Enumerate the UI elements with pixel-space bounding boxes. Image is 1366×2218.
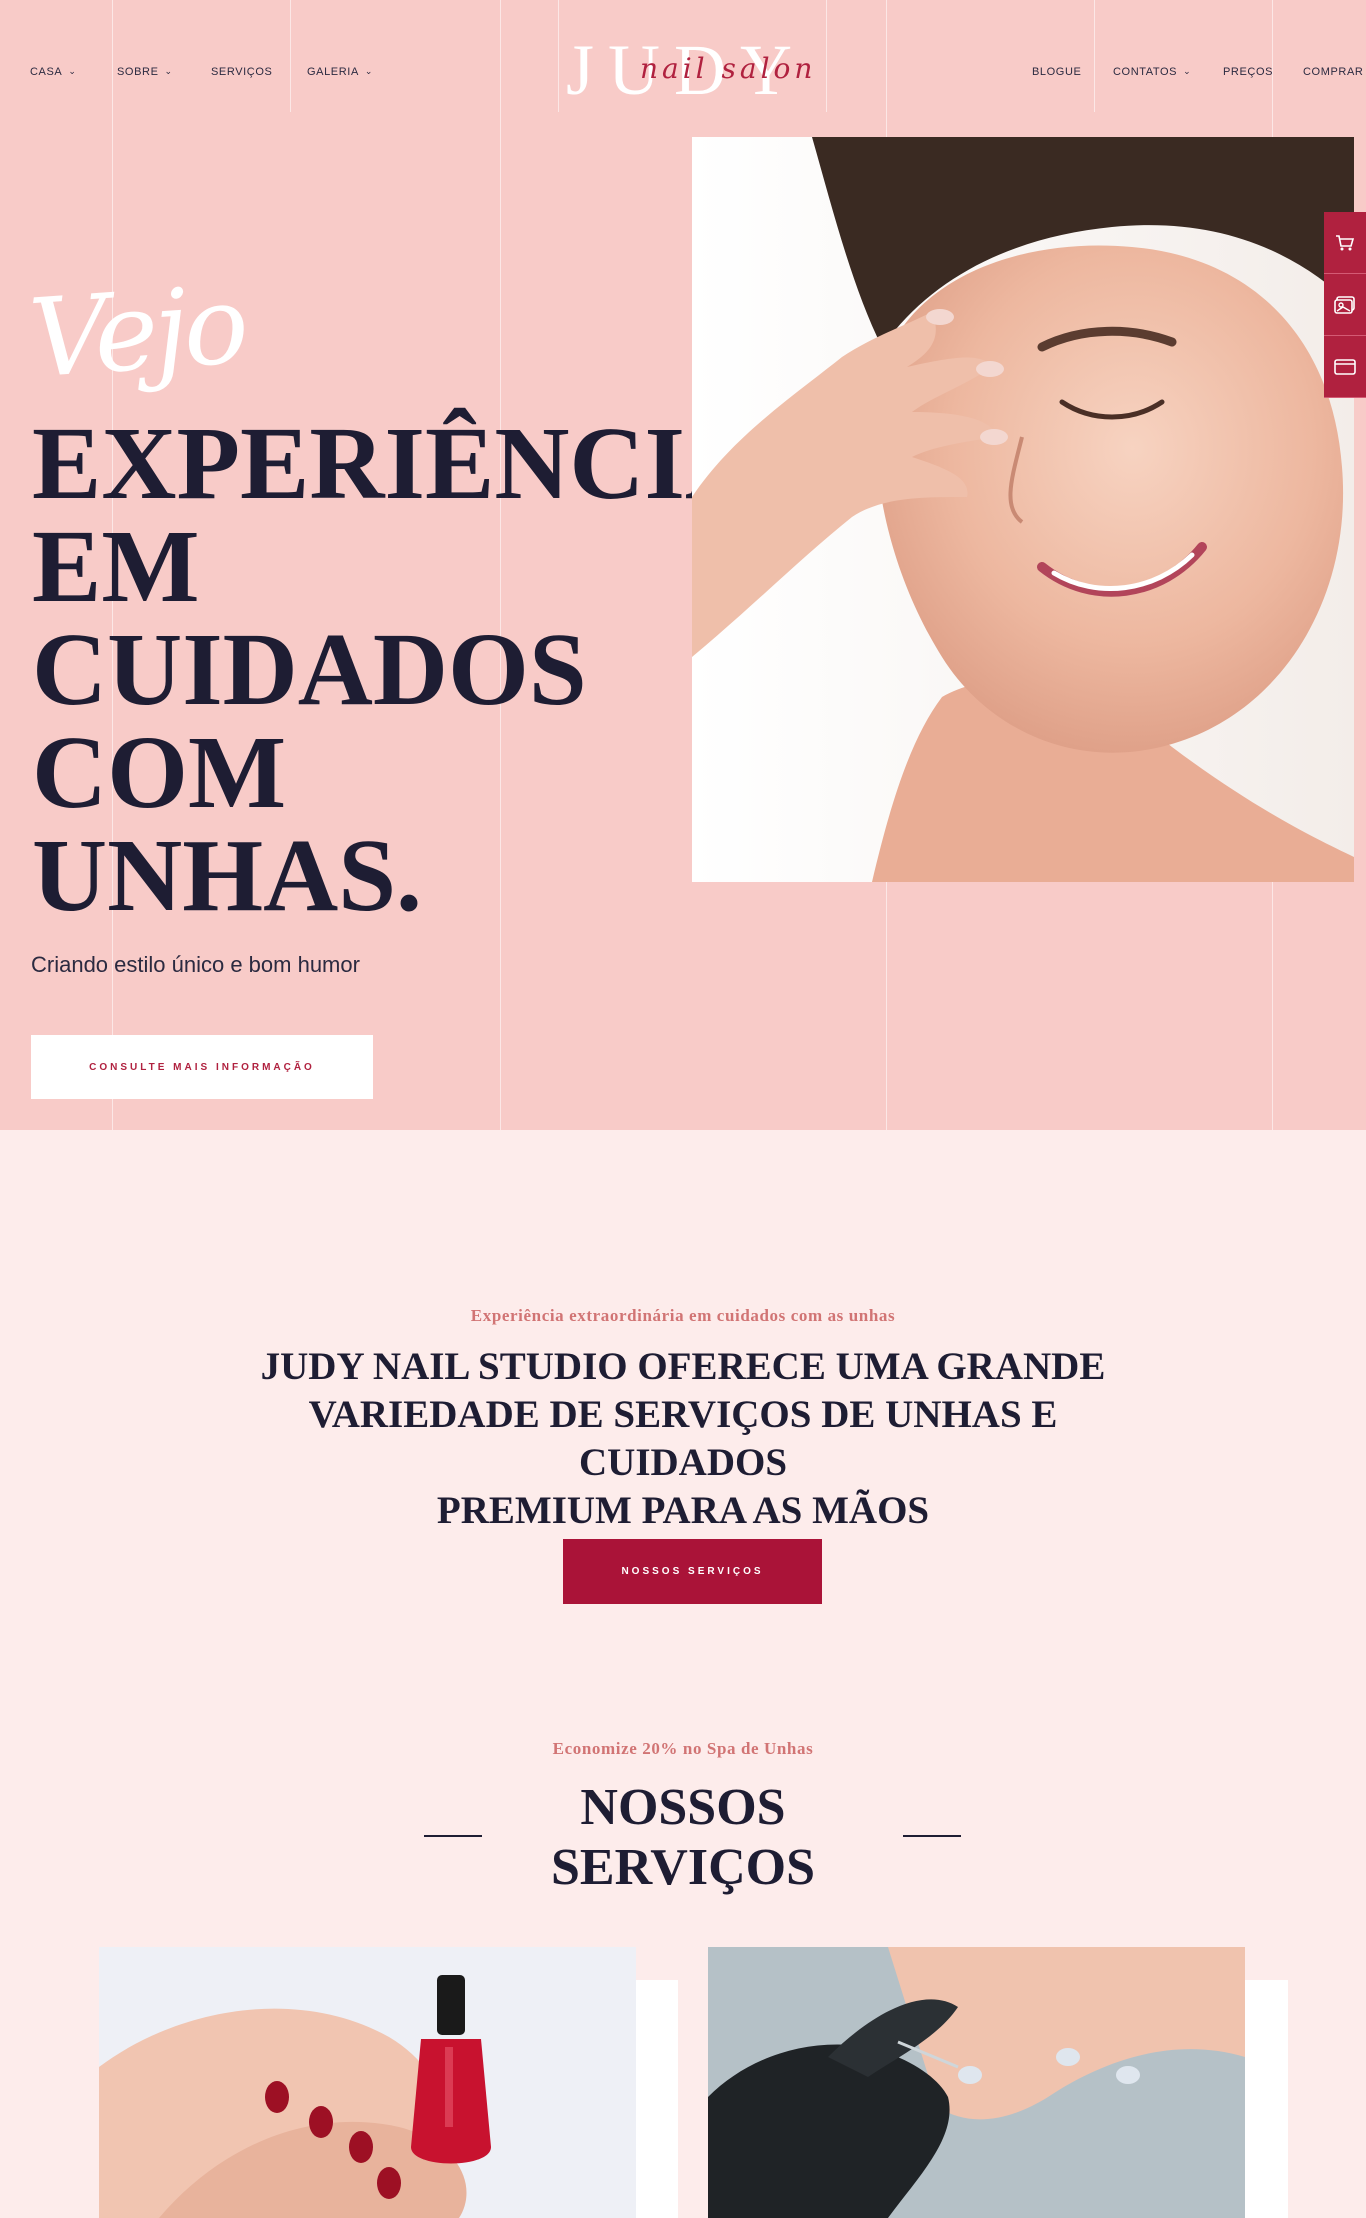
headline-line: EXPERIÊNCIA bbox=[32, 406, 761, 521]
hero-script-word: Vejo bbox=[25, 262, 249, 403]
browser-icon[interactable] bbox=[1324, 336, 1366, 398]
intro-title: JUDY NAIL STUDIO OFERECE UMA GRANDE VARI… bbox=[200, 1343, 1166, 1535]
chevron-down-icon: ⌄ bbox=[68, 66, 77, 76]
title-dash-right bbox=[903, 1835, 961, 1837]
main-navigation: CASA ⌄ SOBRE ⌄ SERVIÇOS GALERIA ⌄ JUDY nail… bbox=[0, 0, 1366, 112]
logo-script: nail salon bbox=[640, 52, 817, 85]
manicure-illustration bbox=[99, 1947, 636, 2218]
nav-item-comprar[interactable]: COMPRAR bbox=[1303, 66, 1363, 78]
headline-line: EM bbox=[32, 509, 200, 624]
nav-item-sobre[interactable]: SOBRE ⌄ bbox=[117, 66, 173, 78]
title-dash-left bbox=[424, 1835, 482, 1837]
headline-line: CUIDADOS bbox=[32, 612, 587, 727]
nav-item-servicos[interactable]: SERVIÇOS bbox=[211, 66, 272, 78]
intro-title-line: PREMIUM PARA AS MÃOS bbox=[436, 1489, 930, 1532]
more-info-button[interactable]: CONSULTE MAIS INFORMAÇÃO bbox=[31, 1035, 373, 1099]
nav-item-precos[interactable]: PREÇOS bbox=[1223, 66, 1273, 78]
nav-item-contatos[interactable]: CONTATOS ⌄ bbox=[1113, 66, 1191, 78]
nail-care-illustration bbox=[708, 1947, 1245, 2218]
intro-title-line: VARIEDADE DE SERVIÇOS DE UNHAS E CUIDADO… bbox=[308, 1393, 1058, 1484]
cart-icon[interactable] bbox=[1324, 212, 1366, 274]
services-eyebrow: Economize 20% no Spa de Unhas bbox=[552, 1739, 814, 1758]
hero-section: CASA ⌄ SOBRE ⌄ SERVIÇOS GALERIA ⌄ JUDY nail… bbox=[0, 0, 1366, 1130]
headline-line: COM bbox=[32, 715, 287, 830]
brand-logo[interactable]: JUDY nail salon bbox=[560, 30, 830, 110]
chevron-down-icon: ⌄ bbox=[1183, 66, 1192, 76]
headline-line: UNHAS. bbox=[32, 818, 423, 933]
intro-title-line: JUDY NAIL STUDIO OFERECE UMA GRANDE bbox=[260, 1345, 1106, 1388]
nav-item-galeria[interactable]: GALERIA ⌄ bbox=[307, 66, 373, 78]
chevron-down-icon: ⌄ bbox=[164, 66, 173, 76]
gallery-icon[interactable] bbox=[1324, 274, 1366, 336]
service-card-manicure[interactable] bbox=[99, 1947, 636, 2218]
service-card-nail-care[interactable] bbox=[708, 1947, 1245, 2218]
services-title-line: NOSSOS bbox=[580, 1779, 786, 1836]
our-services-button[interactable]: NOSSOS SERVIÇOS bbox=[563, 1539, 822, 1604]
intro-eyebrow: Experiência extraordinária em cuidados c… bbox=[470, 1306, 896, 1325]
services-title: NOSSOS SERVIÇOS bbox=[483, 1778, 883, 1898]
services-title-line: SERVIÇOS bbox=[550, 1839, 816, 1896]
chevron-down-icon: ⌄ bbox=[364, 66, 374, 76]
woman-face-illustration bbox=[692, 137, 1354, 882]
hero-headline: EXPERIÊNCIA EM CUIDADOS COM UNHAS. bbox=[32, 406, 761, 933]
hero-photo bbox=[692, 137, 1354, 882]
side-toolbar bbox=[1324, 212, 1366, 398]
nav-item-blogue[interactable]: BLOGUE bbox=[1032, 66, 1081, 78]
nav-item-casa[interactable]: CASA ⌄ bbox=[30, 66, 77, 78]
hero-subline: Criando estilo único e bom humor bbox=[31, 952, 360, 977]
